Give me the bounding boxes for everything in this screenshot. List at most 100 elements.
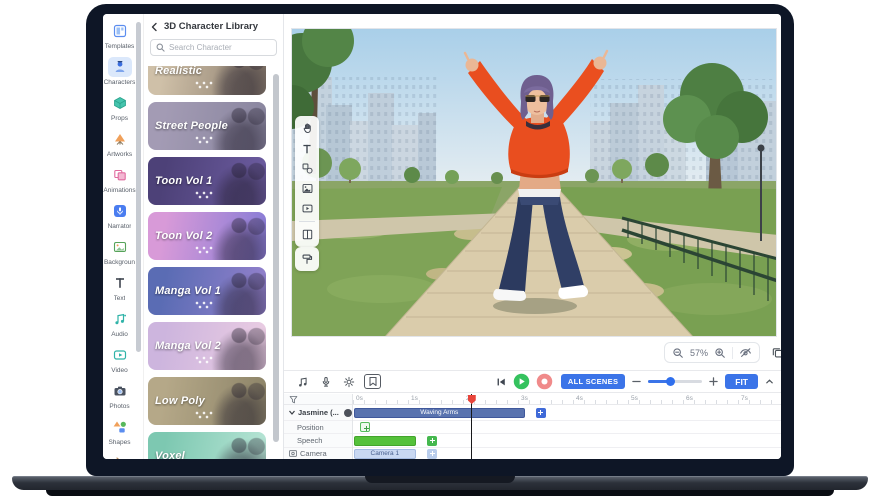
lane-speech xyxy=(353,434,781,448)
shapes-icon xyxy=(108,417,132,437)
sidebar-item-text[interactable]: Text xyxy=(104,270,136,306)
tool-separator xyxy=(299,221,315,222)
card-toon-vol-2[interactable]: Toon Vol 2 xyxy=(148,212,266,260)
zoom-out-icon[interactable] xyxy=(672,347,684,359)
text-icon xyxy=(108,273,132,293)
hand-tool[interactable] xyxy=(298,120,316,137)
timeline-zoom-in-icon[interactable] xyxy=(709,377,718,386)
laptop-base-shadow xyxy=(46,490,834,496)
filter-icon[interactable] xyxy=(289,395,298,404)
video-tool[interactable] xyxy=(298,200,316,217)
mic-icon[interactable] xyxy=(318,374,333,389)
track-options-icon[interactable] xyxy=(344,409,352,417)
timeline-zoom-slider[interactable] xyxy=(648,380,702,383)
stage-zoom-controls: 57% xyxy=(664,342,781,363)
audio-icon xyxy=(108,309,132,329)
sidebar-item-video[interactable]: Video xyxy=(104,342,136,378)
add-animation-button[interactable] xyxy=(536,408,546,418)
zoom-level: 57% xyxy=(690,348,708,358)
fit-button[interactable]: FIT xyxy=(725,374,758,389)
lane-camera: Camera 1 xyxy=(353,448,781,459)
duplicate-scene-button[interactable] xyxy=(767,343,781,363)
card-low-poly[interactable]: Low Poly xyxy=(148,377,266,425)
eye-off-icon[interactable] xyxy=(739,346,752,359)
card-manga-vol-2[interactable]: Manga Vol 2 xyxy=(148,322,266,370)
playhead[interactable] xyxy=(471,394,472,459)
props-icon xyxy=(108,93,132,113)
narrator-icon xyxy=(108,201,132,221)
sidebar-item-photos[interactable]: Photos xyxy=(104,378,136,414)
track-label-camera[interactable]: Camera xyxy=(284,448,352,459)
card-realistic[interactable]: Realistic xyxy=(148,66,266,95)
shapes-tool[interactable] xyxy=(298,160,316,177)
card-manga-vol-1[interactable]: Manga Vol 1 xyxy=(148,267,266,315)
pill-divider xyxy=(732,347,733,359)
search-input[interactable] xyxy=(169,43,269,52)
text-tool[interactable] xyxy=(298,140,316,157)
sidebar-scrollbar[interactable] xyxy=(136,22,141,352)
timeline-tracks: Jasmine (... Position Speech Camera 0s 1… xyxy=(284,394,781,459)
sidebar-item-narrator[interactable]: Narrator xyxy=(104,198,136,234)
track-label-speech[interactable]: Speech xyxy=(284,434,352,448)
stage-tool-palette xyxy=(295,116,319,247)
background-icon xyxy=(108,237,132,257)
characters-icon xyxy=(108,57,132,77)
music-icon[interactable] xyxy=(295,374,310,389)
animations-icon xyxy=(108,165,132,185)
collapse-timeline-icon[interactable] xyxy=(765,377,774,386)
layout-tool[interactable] xyxy=(298,226,316,243)
main-area: 57% xyxy=(284,14,781,459)
sidebar-item-artworks[interactable]: Artworks xyxy=(104,126,136,162)
app-sidebar: Templates Characters Props Artworks Anim… xyxy=(103,14,143,459)
skip-start-button[interactable] xyxy=(495,376,507,388)
sidebar-item-audio[interactable]: Audio xyxy=(104,306,136,342)
timeline-zoom-out-icon[interactable] xyxy=(632,377,641,386)
effects-icon[interactable] xyxy=(341,374,356,389)
photos-icon xyxy=(108,381,132,401)
lane-position xyxy=(353,421,781,434)
sidebar-item-shapes[interactable]: Shapes xyxy=(104,414,136,450)
track-header-column: Jasmine (... Position Speech Camera xyxy=(284,394,353,459)
card-toon-vol-1[interactable]: Toon Vol 1 xyxy=(148,157,266,205)
sidebar-item-characters[interactable]: Characters xyxy=(104,54,136,90)
paint-roller-tool[interactable] xyxy=(295,247,319,271)
laptop-base-notch xyxy=(365,476,515,483)
search-icon xyxy=(156,43,165,52)
artworks-icon xyxy=(108,129,132,149)
laptop-screen-bezel: Templates Characters Props Artworks Anim… xyxy=(86,4,794,476)
add-position-button[interactable] xyxy=(360,422,370,432)
clip-waving-arms[interactable]: Waving Arms xyxy=(354,408,525,418)
timeline-ruler[interactable]: 0s 1s 2s 3s 4s 5s 6s 7s xyxy=(353,394,781,405)
add-camera-button[interactable] xyxy=(427,449,437,459)
park-scene xyxy=(292,29,777,337)
add-speech-button[interactable] xyxy=(427,436,437,446)
zoom-in-icon[interactable] xyxy=(714,347,726,359)
sidebar-item-background[interactable]: Backgroun xyxy=(104,234,136,270)
sidebar-item-props[interactable]: Props xyxy=(104,90,136,126)
sidebar-item-animations[interactable]: Animations xyxy=(104,162,136,198)
app-screen: Templates Characters Props Artworks Anim… xyxy=(103,14,781,459)
panel-title: 3D Character Library xyxy=(164,21,258,32)
character-library-panel: 3D Character Library Realistic Street Pe… xyxy=(143,14,284,459)
video-icon xyxy=(108,345,132,365)
slider-knob[interactable] xyxy=(666,377,675,386)
sidebar-item-templates[interactable]: Templates xyxy=(104,18,136,54)
sidebar-item-interacts[interactable]: Interacts xyxy=(104,450,136,459)
templates-icon xyxy=(108,21,132,41)
clip-speech[interactable] xyxy=(354,436,416,446)
back-button[interactable] xyxy=(150,22,159,32)
record-button[interactable] xyxy=(536,373,553,390)
character-search[interactable] xyxy=(150,39,277,56)
character-card-list: Realistic Street People Toon Vol 1 Toon … xyxy=(144,66,285,459)
card-voxel[interactable]: Voxel xyxy=(148,432,266,459)
clip-camera-1[interactable]: Camera 1 xyxy=(354,449,416,459)
track-label-jasmine[interactable]: Jasmine (... xyxy=(284,405,352,421)
track-label-position[interactable]: Position xyxy=(284,421,352,434)
stage-viewport[interactable] xyxy=(291,28,777,337)
card-street-people[interactable]: Street People xyxy=(148,102,266,150)
bookmark-icon[interactable] xyxy=(364,374,381,389)
panel-scrollbar[interactable] xyxy=(273,74,279,442)
all-scenes-button[interactable]: ALL SCENES xyxy=(561,374,625,389)
play-button[interactable] xyxy=(513,373,530,390)
image-tool[interactable] xyxy=(298,180,316,197)
